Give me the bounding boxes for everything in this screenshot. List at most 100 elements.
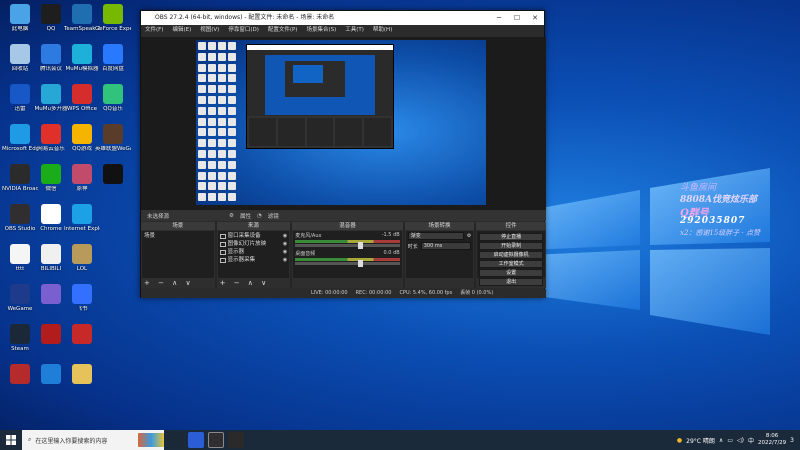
desktop-icon[interactable] [95,164,131,186]
desktop-icon[interactable]: 英雄联盟WeGame [95,124,131,152]
desktop-icon[interactable]: Internet Explorer [64,204,100,232]
obs-menu-item[interactable]: 工具(T) [345,25,364,36]
channel-db: -1.5 dB [381,232,400,238]
eye-icon[interactable]: ◉ [283,248,287,256]
eye-icon[interactable]: ◉ [283,256,287,264]
preview-mini-icon [198,106,206,115]
desktop-icon[interactable]: LOL [64,244,100,272]
weather-text[interactable]: 29°C 晴朗 [686,436,715,445]
close-icon[interactable]: ✕ [526,11,544,25]
properties-button[interactable]: 属性 [240,212,251,220]
obs-menu-item[interactable]: 编辑(E) [172,25,191,36]
desktop-icon-label: 英雄联盟WeGame [95,146,131,152]
overlay-line-2: 8808A伐竞炫乐部 [680,195,758,205]
scenes-dock-controls[interactable]: + − ∧ ∨ [141,278,215,288]
desktop-icon[interactable]: GeForce Experience [95,4,131,32]
fader-handle[interactable] [357,242,363,249]
obs-menu-item[interactable]: 文件(F) [145,25,163,36]
scene-item[interactable]: 场景 [144,232,212,240]
preview-mini-icon [208,42,216,50]
preview-mini-icon [198,128,206,137]
source-item[interactable]: 显示器采集 ◉ [219,256,287,264]
desktop-icon[interactable] [64,364,100,386]
taskbar-obs-icon[interactable] [208,432,224,448]
eye-icon[interactable]: ◉ [283,240,287,248]
ime-indicator[interactable]: 中 [748,436,754,445]
network-icon[interactable]: ▭ [727,437,733,444]
filters-button[interactable]: 滤镜 [268,212,279,220]
taskbar-baidu-icon[interactable] [188,432,204,448]
desktop-icon[interactable]: QQ音乐 [95,84,131,112]
scenes-dock-title: 场景 [141,222,215,230]
preview-mini-icon [228,117,236,126]
source-toolbar: 未选择源 ⚙ 属性 ◔ 滤镜 [141,209,546,221]
start-button[interactable] [0,430,22,450]
volume-fader[interactable] [295,260,400,267]
preview-mini-icon [228,74,236,83]
desktop-app-icon [10,364,30,384]
preview-mini-icon [218,149,226,158]
preview-mini-icon [208,95,216,104]
volume-fader[interactable] [295,242,400,249]
clock-time: 8:06 [765,433,779,439]
preview-mini-icon [198,117,206,126]
source-item[interactable]: 图像幻灯片放映 ◉ [219,240,287,248]
clock[interactable]: 8:06 2022/7/29 [758,433,786,447]
control-button[interactable]: 设置 [479,269,543,277]
source-type-icon [219,257,226,263]
obs-preview[interactable] [141,37,546,211]
desktop-icon[interactable] [64,324,100,346]
control-button[interactable]: 停止直播 [479,233,543,241]
fader-handle[interactable] [357,260,363,267]
obs-menu-item[interactable]: 配置文件(P) [268,25,298,36]
preview-mini-icon [218,42,226,50]
preview-mini-icon [228,128,236,137]
overlay-line-4: 292035807 [680,216,746,226]
desktop-icon[interactable]: 百度网盘 [95,44,131,72]
transitions-dock-title: 场景转换 [404,222,475,230]
desktop-app-icon [72,284,92,304]
transition-select[interactable]: 渐变 [407,232,464,240]
preview-mini-icon [208,149,216,158]
tray-chevron-icon[interactable]: ∧ [719,437,723,444]
mixer-dock: 混音器 麦克风/Aux -1.5 dB 桌面音频 0.0 dB [292,222,403,288]
source-item[interactable]: 显示器 ◉ [219,248,287,256]
duration-field[interactable]: 300 ms [420,242,472,250]
desktop-icon-label: WeGame [7,306,33,312]
preview-mini-icon [208,182,216,191]
transition-gear-icon[interactable]: ⚙ [467,233,471,239]
sources-dock-controls[interactable]: + − ∧ ∨ [217,278,291,288]
overlay-line-3: Q群号 [680,208,709,219]
obs-menu-item[interactable]: 视图(V) [200,25,219,36]
preview-mini-icon [228,193,236,202]
minimize-icon[interactable]: ─ [490,11,508,25]
taskbar-steam-icon[interactable] [168,432,184,448]
control-button[interactable]: 开始录制 [479,242,543,250]
desktop-icon[interactable]: 飞书 [64,284,100,312]
desktop-app-icon [41,284,61,304]
notifications-badge[interactable]: 3 [790,437,794,444]
volume-icon[interactable]: ◁) [737,437,744,444]
control-button[interactable]: 工作室模式 [479,260,543,268]
obs-title-bar[interactable]: OBS 27.2.4 (64-bit, windows) - 配置文件: 未命名… [141,11,544,25]
eye-icon[interactable]: ◉ [283,232,287,240]
maximize-icon[interactable]: ☐ [508,11,526,25]
taskbar-search-box[interactable]: ⌕ 在这里输入你要搜索的内容 [22,430,164,450]
preview-mini-icon [228,106,236,115]
source-label: 图像幻灯片放映 [227,241,267,247]
preview-mini-icon [208,128,216,137]
desktop-icon-label: 原神 [76,186,88,192]
obs-menu-item[interactable]: 场景集合(S) [306,25,336,36]
filter-icon[interactable]: ◔ [257,213,262,219]
gear-icon[interactable]: ⚙ [229,213,234,219]
desktop-app-icon [103,44,123,64]
obs-menu-item[interactable]: 帮助(H) [373,25,392,36]
taskbar-app-icon[interactable] [228,432,244,448]
control-button[interactable]: 启动虚拟摄像机 [479,251,543,259]
desktop-app-icon [10,244,30,264]
source-item[interactable]: 窗口采集设备 ◉ [219,232,287,240]
control-button[interactable]: 退出 [479,278,543,286]
obs-menu-item[interactable]: 停靠窗口(D) [228,25,259,36]
desktop-app-icon [10,204,30,224]
search-icon: ⌕ [28,436,32,443]
